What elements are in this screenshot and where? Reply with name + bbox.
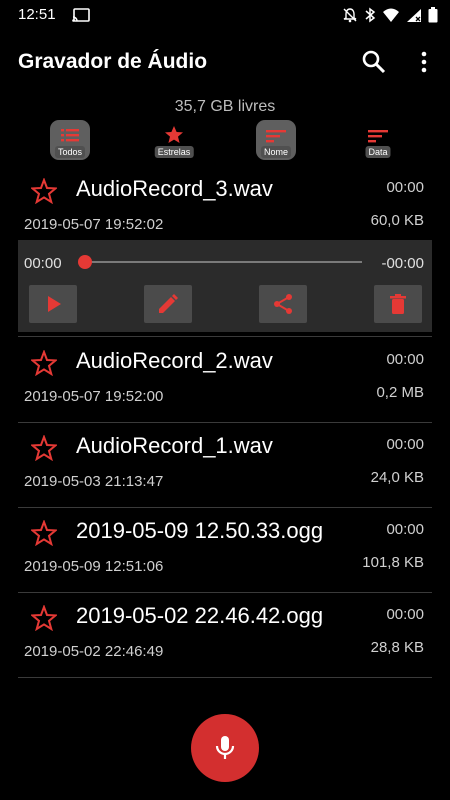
record-date: 2019-05-09 12:51:06 <box>24 558 164 575</box>
record-size: 101,8 KB <box>362 554 424 571</box>
record-name: 2019-05-09 12.50.33.ogg <box>76 518 324 543</box>
star-outline-icon[interactable] <box>29 434 59 462</box>
battery-icon <box>428 7 438 28</box>
delete-button[interactable] <box>374 285 422 323</box>
bluetooth-icon <box>364 7 376 28</box>
divider <box>18 592 432 593</box>
record-duration: 00:00 <box>386 436 424 453</box>
player-seek-thumb[interactable] <box>78 255 92 269</box>
wifi-icon <box>382 8 400 28</box>
star-outline-icon[interactable] <box>29 604 59 632</box>
list-item[interactable]: 2019-05-09 12.50.33.ogg 00:00 2019-05-09… <box>18 510 432 596</box>
star-outline-icon[interactable] <box>29 349 59 377</box>
storage-free-text: 35,7 GB livres <box>174 98 276 115</box>
record-date: 2019-05-07 19:52:02 <box>24 216 164 233</box>
play-button[interactable] <box>29 285 77 323</box>
divider <box>18 507 432 508</box>
record-size: 0,2 MB <box>376 384 424 401</box>
notifications-off-icon <box>342 7 358 28</box>
cast-icon <box>72 8 90 28</box>
filter-starred-label: Estrelas <box>154 146 194 158</box>
divider <box>18 336 432 337</box>
more-vert-icon[interactable] <box>414 48 434 76</box>
record-duration: 00:00 <box>386 606 424 623</box>
sort-name-label: Nome <box>260 146 292 158</box>
record-name: AudioRecord_1.wav <box>76 433 273 458</box>
star-outline-icon[interactable] <box>29 177 59 205</box>
status-time: 12:51 <box>18 6 56 23</box>
sort-icon <box>264 126 288 144</box>
record-size: 28,8 KB <box>370 639 424 656</box>
divider <box>18 677 432 678</box>
list-item[interactable]: AudioRecord_1.wav 00:00 2019-05-03 21:13… <box>18 425 432 511</box>
record-fab-button[interactable] <box>191 714 259 782</box>
list-icon <box>58 126 82 144</box>
player-seekbar[interactable] <box>84 261 362 263</box>
record-duration: 00:00 <box>386 351 424 368</box>
record-name: 2019-05-02 22.46.42.ogg <box>76 603 324 628</box>
record-date: 2019-05-03 21:13:47 <box>24 473 164 490</box>
app-title: Gravador de Áudio <box>18 50 208 73</box>
star-outline-icon[interactable] <box>29 519 59 547</box>
record-size: 24,0 KB <box>370 469 424 486</box>
share-button[interactable] <box>259 285 307 323</box>
record-name: AudioRecord_2.wav <box>76 348 273 373</box>
sort-icon <box>366 126 390 144</box>
record-duration: 00:00 <box>386 179 424 196</box>
filter-starred-button[interactable]: Estrelas <box>154 120 194 160</box>
divider <box>18 422 432 423</box>
record-name: AudioRecord_3.wav <box>76 176 273 201</box>
record-date: 2019-05-07 19:52:00 <box>24 388 164 405</box>
sort-name-button[interactable]: Nome <box>256 120 296 160</box>
signal-icon <box>406 8 422 28</box>
filter-all-button[interactable]: Todos <box>50 120 90 160</box>
star-icon <box>162 126 186 144</box>
list-item[interactable]: 2019-05-02 22.46.42.ogg 00:00 2019-05-02… <box>18 595 432 681</box>
edit-button[interactable] <box>144 285 192 323</box>
list-item[interactable]: AudioRecord_2.wav 00:00 2019-05-07 19:52… <box>18 340 432 426</box>
sort-date-button[interactable]: Data <box>358 120 398 160</box>
sort-date-label: Data <box>365 146 391 158</box>
record-date: 2019-05-02 22:46:49 <box>24 643 164 660</box>
record-size: 60,0 KB <box>370 212 424 229</box>
audio-player: 00:00 -00:00 <box>18 240 432 332</box>
filter-all-label: Todos <box>54 146 86 158</box>
record-duration: 00:00 <box>386 521 424 538</box>
search-icon[interactable] <box>360 48 388 76</box>
sort-bar: Todos Estrelas Nome Data <box>0 120 450 162</box>
player-remaining-time: -00:00 <box>381 255 424 272</box>
status-bar: 12:51 <box>0 0 450 30</box>
player-current-time: 00:00 <box>24 255 62 272</box>
app-bar: Gravador de Áudio <box>0 30 450 94</box>
